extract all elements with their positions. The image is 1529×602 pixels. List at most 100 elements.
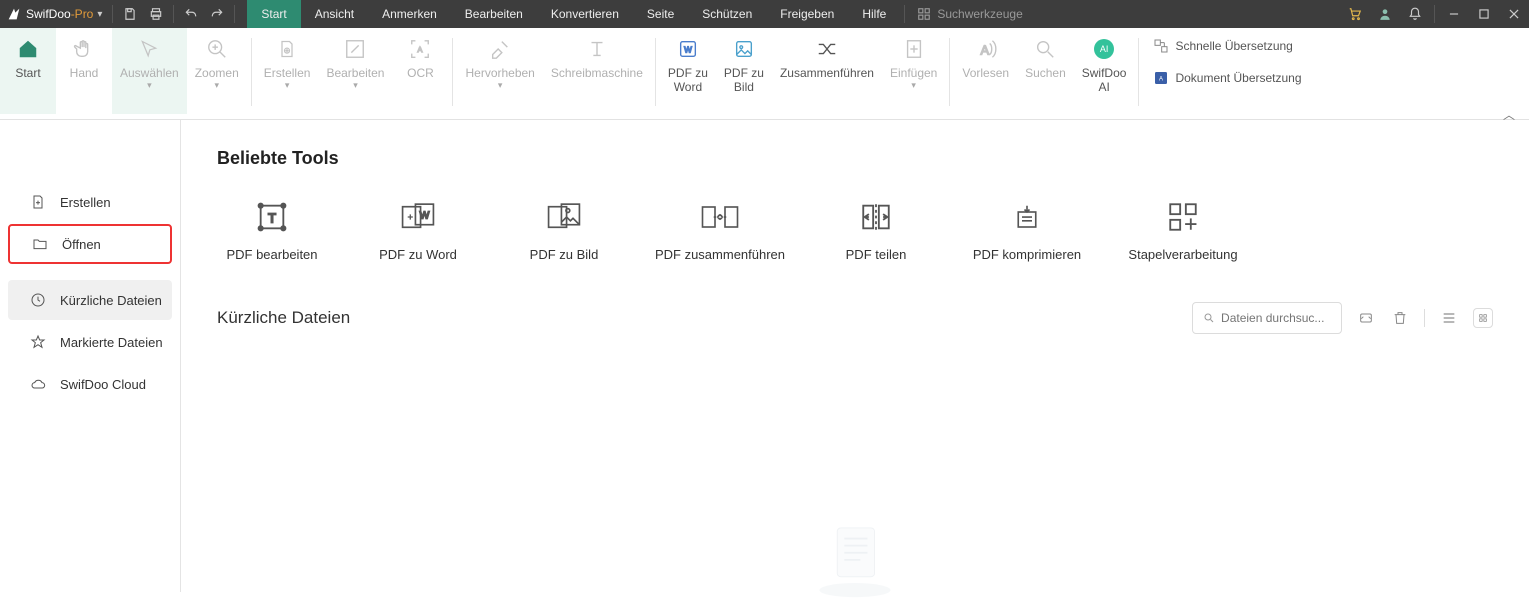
cart-icon[interactable]: [1340, 0, 1370, 28]
tool-pdf-to-word[interactable]: W PDF zu Word: [363, 197, 473, 262]
ribbon: Start Hand Auswählen ▾ Zoomen ▾ Erstelle…: [0, 28, 1529, 120]
file-plus-icon: [30, 194, 46, 210]
ai-icon: AI: [1094, 39, 1114, 59]
brand-text1: SwifDoo: [26, 7, 71, 21]
svg-text:W: W: [684, 46, 692, 55]
separator: [234, 5, 235, 23]
ribbon-pdf-to-word[interactable]: W PDF zuWord: [660, 28, 716, 114]
ribbon-merge[interactable]: Zusammenführen: [772, 28, 882, 114]
minimize-icon[interactable]: [1439, 0, 1469, 28]
undo-icon[interactable]: [178, 0, 204, 28]
svg-text:W: W: [420, 210, 430, 221]
recent-header-row: Kürzliche Dateien: [217, 302, 1493, 334]
recent-search-input[interactable]: [1221, 311, 1331, 325]
ribbon-hand[interactable]: Hand: [56, 28, 112, 114]
sidebar-marked[interactable]: Markierte Dateien: [8, 322, 172, 362]
main-area: Beliebte Tools T PDF bearbeiten W PDF zu…: [181, 120, 1529, 592]
trash-icon[interactable]: [1390, 308, 1410, 328]
brand-dropdown-icon: ▾: [97, 9, 102, 20]
print-icon[interactable]: [143, 0, 169, 28]
ribbon-ai[interactable]: AI SwifDooAI: [1074, 28, 1135, 114]
ribbon-edit[interactable]: Bearbeiten ▾: [318, 28, 392, 114]
app-logo-icon: [6, 6, 22, 22]
recent-search-box[interactable]: [1192, 302, 1342, 334]
ribbon-start[interactable]: Start: [0, 28, 56, 114]
sidebar-recent[interactable]: Kürzliche Dateien: [8, 280, 172, 320]
menu-protect[interactable]: Schützen: [688, 0, 766, 28]
separator: [1434, 5, 1435, 23]
doc-translate[interactable]: A Dokument Übersetzung: [1153, 66, 1301, 90]
ribbon-zoom[interactable]: Zoomen ▾: [187, 28, 247, 114]
search-icon: [1203, 311, 1215, 325]
brand[interactable]: SwifDoo-Pro ▾: [0, 0, 108, 28]
menu-help[interactable]: Hilfe: [848, 0, 900, 28]
menu-annotate[interactable]: Anmerken: [368, 0, 451, 28]
tool-batch[interactable]: Stapelverarbeitung: [1123, 197, 1243, 262]
save-icon[interactable]: [117, 0, 143, 28]
svg-text:T: T: [268, 211, 276, 226]
redo-icon[interactable]: [204, 0, 230, 28]
ribbon-search[interactable]: Suchen: [1017, 28, 1074, 114]
ribbon-start-label: Start: [15, 66, 40, 80]
sidebar-recent-label: Kürzliche Dateien: [60, 293, 162, 308]
ribbon-typewriter[interactable]: Schreibmaschine: [543, 28, 651, 114]
tool-toimg-label: PDF zu Bild: [530, 247, 599, 262]
ribbon-highlight-label: Hervorheben: [465, 66, 534, 80]
tool-compress[interactable]: PDF komprimieren: [967, 197, 1087, 262]
search-tools-label: Suchwerkzeuge: [937, 7, 1022, 21]
sidebar-create[interactable]: Erstellen: [8, 182, 172, 222]
menu-convert[interactable]: Konvertieren: [537, 0, 633, 28]
doc-translate-label: Dokument Übersetzung: [1175, 71, 1301, 85]
quick-translate[interactable]: Schnelle Übersetzung: [1153, 34, 1301, 58]
brand-text2: -Pro: [71, 7, 94, 21]
titlebar-right: [1340, 0, 1529, 28]
menu-share[interactable]: Freigeben: [766, 0, 848, 28]
maximize-icon[interactable]: [1469, 0, 1499, 28]
star-icon: [30, 334, 46, 350]
sidebar-cloud-label: SwifDoo Cloud: [60, 377, 146, 392]
sidebar-create-label: Erstellen: [60, 195, 111, 210]
refresh-icon[interactable]: [1356, 308, 1376, 328]
menu-edit[interactable]: Bearbeiten: [451, 0, 537, 28]
ribbon-create[interactable]: Erstellen ▾: [256, 28, 319, 114]
sidebar-cloud[interactable]: SwifDoo Cloud: [8, 364, 172, 404]
clock-icon: [30, 292, 46, 308]
ribbon-pdf-to-image[interactable]: PDF zuBild: [716, 28, 772, 114]
ribbon-edit-label: Bearbeiten: [326, 66, 384, 80]
ribbon-ocr[interactable]: A OCR: [392, 28, 448, 114]
menu-view[interactable]: Ansicht: [301, 0, 368, 28]
grid-view-icon[interactable]: [1473, 308, 1493, 328]
search-tools[interactable]: Suchwerkzeuge: [909, 7, 1030, 21]
ribbon-select[interactable]: Auswählen ▾: [112, 28, 187, 114]
separator: [112, 5, 113, 23]
empty-document-illustration: [810, 519, 900, 602]
close-icon[interactable]: [1499, 0, 1529, 28]
recent-files-heading: Kürzliche Dateien: [217, 308, 350, 328]
menu-page[interactable]: Seite: [633, 0, 688, 28]
translate-icon: [1153, 38, 1169, 54]
list-view-icon[interactable]: [1439, 308, 1459, 328]
user-icon[interactable]: [1370, 0, 1400, 28]
menu-start[interactable]: Start: [247, 0, 300, 28]
separator: [173, 5, 174, 23]
ribbon-pdf2word-l1: PDF zu: [668, 66, 708, 80]
tool-merge-label: PDF zusammenführen: [655, 247, 785, 262]
tools-row: T PDF bearbeiten W PDF zu Word PDF zu Bi…: [217, 197, 1493, 262]
sidebar-marked-label: Markierte Dateien: [60, 335, 163, 350]
folder-icon: [32, 236, 48, 252]
tool-pdf-to-image[interactable]: PDF zu Bild: [509, 197, 619, 262]
ribbon-read[interactable]: A Vorlesen: [954, 28, 1017, 114]
ribbon-insert[interactable]: Einfügen ▾: [882, 28, 945, 114]
cloud-icon: [30, 376, 46, 392]
tool-merge[interactable]: PDF zusammenführen: [655, 197, 785, 262]
bell-icon[interactable]: [1400, 0, 1430, 28]
ribbon-create-label: Erstellen: [264, 66, 311, 80]
ribbon-highlight[interactable]: Hervorheben ▾: [457, 28, 542, 114]
sidebar-open[interactable]: Öffnen: [8, 224, 172, 264]
ribbon-ai-l1: SwifDoo: [1082, 66, 1127, 80]
tool-split[interactable]: PDF teilen: [821, 197, 931, 262]
tool-edit-pdf[interactable]: T PDF bearbeiten: [217, 197, 327, 262]
svg-text:A: A: [980, 43, 989, 58]
ribbon-merge-label: Zusammenführen: [780, 66, 874, 80]
separator: [1424, 309, 1425, 327]
